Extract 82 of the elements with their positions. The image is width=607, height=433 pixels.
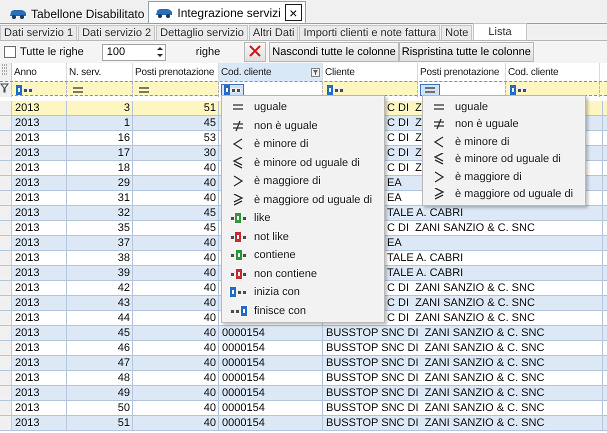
table-cell: 48 [67, 371, 133, 385]
table-cell: 51 [133, 101, 219, 115]
table-cell: BUSSTOP SNC DI ZANI SANZIO & C. SNC [323, 386, 603, 400]
table-cell: 17 [67, 146, 133, 160]
table-cell: 40 [133, 161, 219, 175]
table-cell: 2013 [12, 341, 67, 355]
table-cell: 0000154 [219, 401, 323, 415]
table-cell: 2013 [12, 386, 67, 400]
table-cell: 2013 [12, 101, 67, 115]
table-cell: 40 [133, 371, 219, 385]
table-cell: 2013 [12, 356, 67, 370]
table-cell: 51 [67, 416, 133, 430]
table-cell: 40 [133, 416, 219, 430]
table-cell: 32 [67, 206, 133, 220]
table-cell: 2013 [12, 266, 67, 280]
table-cell: 47 [67, 356, 133, 370]
table-cell: 2013 [12, 401, 67, 415]
table-cell: 50 [67, 401, 133, 415]
table-cell: 2013 [12, 281, 67, 295]
table-cell: 2013 [12, 221, 67, 235]
table-cell: 31 [67, 191, 133, 205]
table-cell: 40 [133, 251, 219, 265]
table-cell: 0000154 [219, 386, 323, 400]
table-cell: 40 [133, 266, 219, 280]
table-cell: 2013 [12, 416, 67, 430]
table-cell: 38 [67, 251, 133, 265]
table-cell: 45 [133, 221, 219, 235]
table-cell: 30 [133, 146, 219, 160]
table-cell: 0000154 [219, 356, 323, 370]
table-cell: 40 [133, 281, 219, 295]
table-cell: 40 [133, 326, 219, 340]
table-cell: 2013 [12, 146, 67, 160]
table-cell: 2013 [12, 296, 67, 310]
table-cell: 44 [67, 311, 133, 325]
table-cell: 2013 [12, 236, 67, 250]
table-cell: BUSSTOP SNC DI ZANI SANZIO & C. SNC [323, 326, 603, 340]
table-cell: 46 [67, 341, 133, 355]
table-cell: 53 [133, 131, 219, 145]
table-cell: 45 [67, 326, 133, 340]
table-cell: 40 [133, 341, 219, 355]
checkbox-label: Tutte le righe [20, 46, 84, 58]
table-cell: 42 [67, 281, 133, 295]
table-cell: BUSSTOP SNC DI ZANI SANZIO & C. SNC [323, 341, 603, 355]
table-cell: 3 [67, 101, 133, 115]
table-cell: 16 [67, 131, 133, 145]
table-cell: 40 [133, 176, 219, 190]
table-cell: 40 [133, 356, 219, 370]
table-cell: 35 [67, 221, 133, 235]
table-cell: 49 [67, 386, 133, 400]
table-cell: BUSSTOP SNC DI ZANI SANZIO & C. SNC [323, 356, 603, 370]
table-cell: 2013 [12, 176, 67, 190]
table-cell: 2013 [12, 131, 67, 145]
table-cell: 2013 [12, 251, 67, 265]
table-cell: 40 [133, 191, 219, 205]
table-cell: 2013 [12, 161, 67, 175]
table-cell: 37 [67, 236, 133, 250]
table-cell: 2013 [12, 206, 67, 220]
table-cell: 0000154 [219, 371, 323, 385]
table-cell: 18 [67, 161, 133, 175]
table-cell: BUSSTOP SNC DI ZANI SANZIO & C. SNC [323, 401, 603, 415]
table-cell: 40 [133, 296, 219, 310]
table-cell: 29 [67, 176, 133, 190]
table-cell: 2013 [12, 116, 67, 130]
table-cell: BUSSTOP SNC DI ZANI SANZIO & C. SNC [323, 416, 603, 430]
table-cell: 40 [133, 311, 219, 325]
table-cell: 39 [67, 266, 133, 280]
table-cell: 40 [133, 401, 219, 415]
table-cell: 2013 [12, 326, 67, 340]
rows-label: righe [196, 46, 220, 58]
table-cell: BUSSTOP SNC DI ZANI SANZIO & C. SNC [323, 371, 603, 385]
table-cell: 0000154 [219, 416, 323, 430]
table-cell: 0000154 [219, 341, 323, 355]
table-cell: 0000154 [219, 326, 323, 340]
table-cell: 2013 [12, 371, 67, 385]
table-cell: 2013 [12, 311, 67, 325]
table-cell: 2013 [12, 191, 67, 205]
table-cell: 43 [67, 296, 133, 310]
table-cell: 45 [133, 116, 219, 130]
table-cell: 40 [133, 236, 219, 250]
table-cell: 1 [67, 116, 133, 130]
table-cell: 45 [133, 206, 219, 220]
table-cell: 40 [133, 386, 219, 400]
